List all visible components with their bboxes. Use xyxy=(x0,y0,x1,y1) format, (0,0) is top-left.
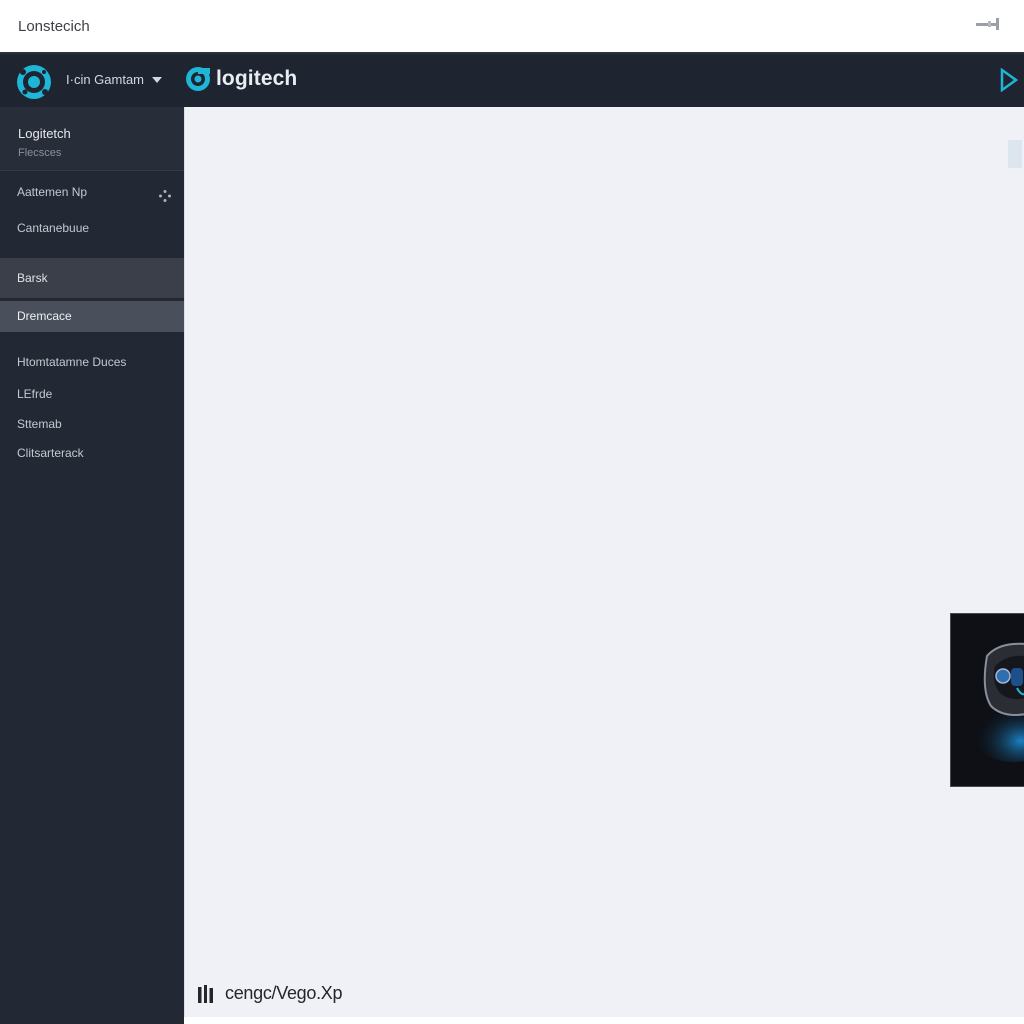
main-content: cengc/Vego.Xp xyxy=(184,107,1024,1017)
sidebar-item-5[interactable]: LEfrde xyxy=(0,387,184,405)
sidebar-item-7[interactable]: Clitsarterack xyxy=(0,446,184,464)
sidebar-item-6[interactable]: Sttemab xyxy=(0,417,184,435)
sidebar-item-0[interactable]: Aattemen Np xyxy=(0,185,184,207)
chevron-down-icon xyxy=(152,76,163,83)
sidebar-item-label: Barsk xyxy=(17,271,48,285)
sidebar-item-1[interactable]: Cantanebuue xyxy=(0,221,184,241)
sidebar-item-3[interactable]: Dremcace xyxy=(0,301,184,332)
window-control-icon[interactable] xyxy=(976,18,1002,32)
logitech-g-hub-icon[interactable] xyxy=(14,62,54,102)
sidebar-item-label: Clitsarterack xyxy=(17,446,84,460)
sidebar-item-label: Cantanebuue xyxy=(17,221,90,235)
sidebar-header[interactable]: Logitetch Flecsces xyxy=(0,107,184,171)
profile-label: I·cin Gamtam xyxy=(66,72,145,87)
sidebar-item-label: Sttemab xyxy=(17,417,62,431)
bottom-edge xyxy=(184,1017,1024,1024)
scrollbar-thumb[interactable] xyxy=(1008,140,1022,168)
logitech-logo-icon xyxy=(186,67,210,91)
footer: cengc/Vego.Xp xyxy=(197,983,343,1004)
brand-name: logitech xyxy=(216,67,298,90)
sidebar-item-label: Htomtatamne Duces xyxy=(17,355,127,369)
sidebar-item-label: Aattemen Np xyxy=(17,185,88,199)
play-arrow-icon[interactable] xyxy=(1000,68,1018,92)
sidebar-header-subtitle: Flecsces xyxy=(18,147,62,159)
sidebar: Logitetch Flecsces Aattemen Np Cantanebu… xyxy=(0,107,184,1024)
sidebar-item-4[interactable]: Htomtatamne Duces xyxy=(0,355,184,373)
profile-selector[interactable]: I·cin Gamtam xyxy=(66,72,163,87)
sidebar-header-title: Logitetch xyxy=(18,126,71,141)
sidebar-item-label: LEfrde xyxy=(17,387,53,401)
device-card[interactable] xyxy=(950,613,1024,787)
window-title: Lonstecich xyxy=(18,18,90,35)
window-titlebar: Lonstecich xyxy=(0,0,1024,52)
gaming-mouse-thumbnail xyxy=(951,614,1024,786)
sidebar-item-label: Dremcace xyxy=(17,309,72,323)
app-topbar: I·cin Gamtam logitech xyxy=(0,52,1024,107)
sidebar-item-2[interactable]: Barsk xyxy=(0,258,184,298)
brand: logitech xyxy=(185,66,297,92)
bars-icon xyxy=(198,984,213,1003)
dots-icon[interactable] xyxy=(158,189,172,203)
footer-text: cengc/Vego.Xp xyxy=(225,983,343,1003)
